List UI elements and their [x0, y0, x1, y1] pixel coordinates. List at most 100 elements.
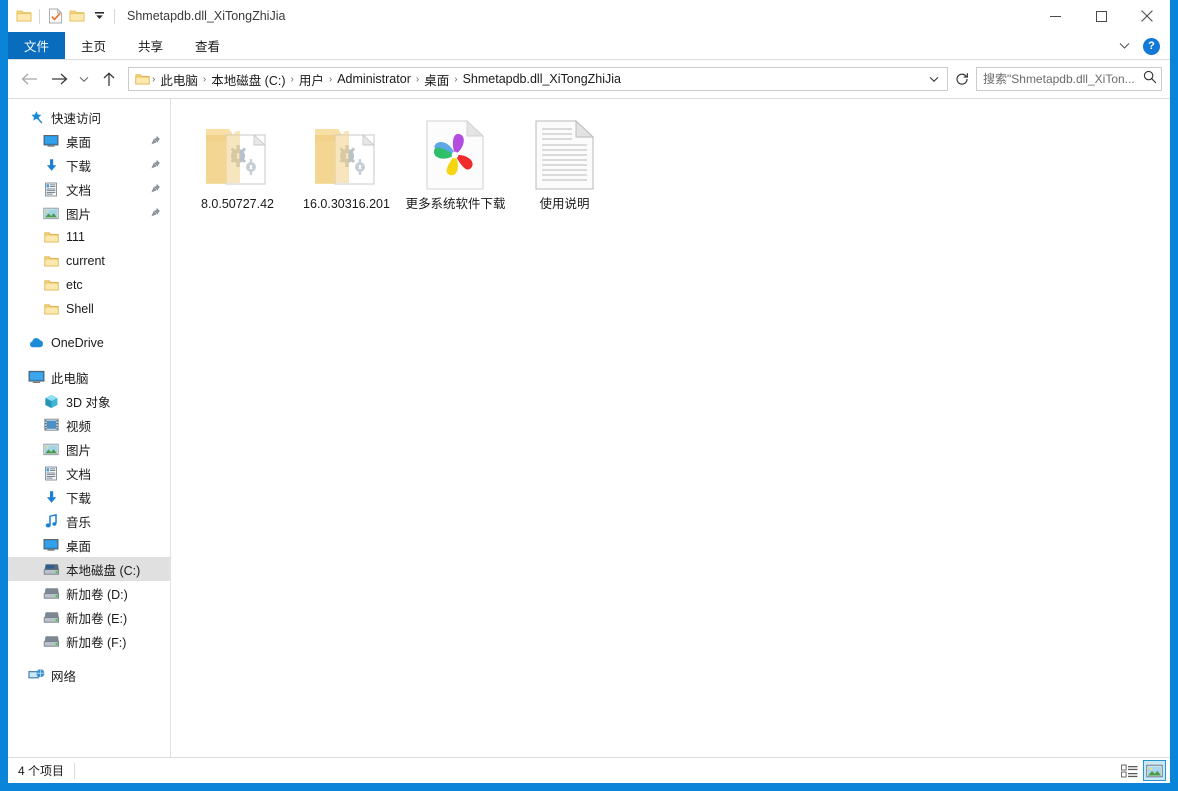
- sidebar-item-111[interactable]: 111: [8, 225, 170, 249]
- qat-divider-1: [39, 8, 40, 24]
- 3d-objects-icon: [41, 391, 61, 411]
- network-icon: [26, 665, 46, 685]
- search-input[interactable]: [983, 72, 1143, 86]
- qat-customize-dropdown[interactable]: [88, 3, 110, 29]
- sidebar-label: 音乐: [66, 515, 92, 530]
- sidebar-label: 文档: [66, 467, 92, 482]
- folder-settings-icon: [200, 115, 276, 191]
- forward-button[interactable]: [44, 64, 74, 94]
- pin-icon[interactable]: [150, 159, 161, 170]
- breadcrumb-bar[interactable]: › 此电脑 › 本地磁盘 (C:) › 用户 › Administrator ›…: [128, 67, 948, 91]
- tab-share[interactable]: 共享: [122, 32, 179, 59]
- breadcrumb-item-5[interactable]: Shmetapdb.dll_XiTongZhiJia: [459, 72, 625, 86]
- window-inner: Shmetapdb.dll_XiTongZhiJia 文件 主页 共享 查看 ?: [8, 0, 1170, 783]
- sidebar-item-etc[interactable]: etc: [8, 273, 170, 297]
- documents-icon: [41, 463, 61, 483]
- sidebar-item-documents[interactable]: 文档: [8, 177, 170, 201]
- file-item[interactable]: 更多系统软件下载: [401, 111, 510, 216]
- window-body: 快速访问 桌面 下载 文档 图片 111 current etc Shell O…: [8, 98, 1170, 757]
- file-item[interactable]: 8.0.50727.42: [183, 111, 292, 216]
- pinwheel-browser-icon: [418, 115, 494, 191]
- sidebar-label: 新加卷 (D:): [66, 587, 128, 602]
- details-view-button[interactable]: [1118, 760, 1141, 781]
- breadcrumb-item-2[interactable]: 用户: [295, 70, 328, 89]
- sidebar-label: 网络: [51, 669, 77, 684]
- sidebar-item-music[interactable]: 音乐: [8, 509, 170, 533]
- sidebar-label: 桌面: [66, 135, 92, 150]
- sidebar-label: 3D 对象: [66, 395, 111, 410]
- this-pc-icon: [26, 367, 46, 387]
- sidebar-item-volume-e[interactable]: 新加卷 (E:): [8, 605, 170, 629]
- window-title: Shmetapdb.dll_XiTongZhiJia: [127, 9, 286, 23]
- pin-icon[interactable]: [150, 207, 161, 218]
- folder-icon: [41, 275, 61, 295]
- status-bar: 4 个项目: [8, 757, 1170, 783]
- pin-icon[interactable]: [150, 183, 161, 194]
- search-box[interactable]: [976, 67, 1162, 91]
- navigation-pane[interactable]: 快速访问 桌面 下载 文档 图片 111 current etc Shell O…: [8, 99, 171, 757]
- breadcrumb-item-0[interactable]: 此电脑: [156, 70, 202, 89]
- videos-icon: [41, 415, 61, 435]
- sidebar-label: 视频: [66, 419, 92, 434]
- close-button[interactable]: [1124, 0, 1170, 32]
- breadcrumb-item-3[interactable]: Administrator: [333, 72, 415, 86]
- sidebar-label: 图片: [66, 207, 92, 222]
- sidebar-item-pictures[interactable]: 图片: [8, 201, 170, 225]
- help-button[interactable]: ?: [1143, 37, 1160, 55]
- window-controls: [1032, 0, 1170, 32]
- sidebar-label: 下载: [66, 159, 92, 174]
- search-icon[interactable]: [1143, 70, 1157, 89]
- tab-view[interactable]: 查看: [179, 32, 236, 59]
- file-name: 16.0.30316.201: [303, 197, 390, 211]
- sidebar-item-3d-objects[interactable]: 3D 对象: [8, 389, 170, 413]
- download-icon: [41, 155, 61, 175]
- large-icons-view-button[interactable]: [1143, 760, 1166, 781]
- qat-folder-icon[interactable]: [66, 3, 88, 29]
- sidebar-item-volume-f[interactable]: 新加卷 (F:): [8, 629, 170, 653]
- breadcrumb-folder-icon: [133, 73, 151, 86]
- file-list-pane[interactable]: 8.0.50727.42 16.0.30316.201 更多系统软件下载 使用说…: [171, 99, 1170, 757]
- pictures-icon: [41, 439, 61, 459]
- sidebar-item-documents-pc[interactable]: 文档: [8, 461, 170, 485]
- desktop-icon: [41, 535, 61, 555]
- sidebar-label: 桌面: [66, 539, 92, 554]
- qat-properties-icon[interactable]: [13, 3, 35, 29]
- file-item[interactable]: 16.0.30316.201: [292, 111, 401, 216]
- sidebar-item-local-disk-c[interactable]: 本地磁盘 (C:): [8, 557, 170, 581]
- back-button[interactable]: [14, 64, 44, 94]
- sidebar-label: 文档: [66, 183, 92, 198]
- qat-new-folder-icon[interactable]: [44, 3, 66, 29]
- sidebar-item-current[interactable]: current: [8, 249, 170, 273]
- minimize-button[interactable]: [1032, 0, 1078, 32]
- sidebar-item-onedrive[interactable]: OneDrive: [8, 331, 170, 355]
- sidebar-group-this-pc[interactable]: 此电脑: [8, 365, 170, 389]
- sidebar-label: current: [66, 254, 105, 268]
- sidebar-item-volume-d[interactable]: 新加卷 (D:): [8, 581, 170, 605]
- sidebar-item-downloads-pc[interactable]: 下载: [8, 485, 170, 509]
- sidebar-item-desktop-pc[interactable]: 桌面: [8, 533, 170, 557]
- refresh-icon[interactable]: [948, 67, 976, 91]
- sidebar-item-shell[interactable]: Shell: [8, 297, 170, 321]
- file-name: 8.0.50727.42: [201, 197, 274, 211]
- breadcrumb-chevron-down-icon[interactable]: [923, 68, 945, 90]
- sidebar-item-network[interactable]: 网络: [8, 663, 170, 687]
- tab-home[interactable]: 主页: [65, 32, 122, 59]
- tab-file[interactable]: 文件: [8, 32, 66, 59]
- sidebar-item-pictures-pc[interactable]: 图片: [8, 437, 170, 461]
- pin-icon[interactable]: [150, 135, 161, 146]
- sidebar-item-desktop[interactable]: 桌面: [8, 129, 170, 153]
- maximize-button[interactable]: [1078, 0, 1124, 32]
- file-item[interactable]: 使用说明: [510, 111, 619, 216]
- up-button[interactable]: [94, 64, 124, 94]
- sidebar-group-quick-access[interactable]: 快速访问: [8, 105, 170, 129]
- music-icon: [41, 511, 61, 531]
- explorer-window: Shmetapdb.dll_XiTongZhiJia 文件 主页 共享 查看 ?: [0, 0, 1178, 791]
- breadcrumb-item-1[interactable]: 本地磁盘 (C:): [207, 70, 289, 89]
- sidebar-item-videos[interactable]: 视频: [8, 413, 170, 437]
- breadcrumb-item-4[interactable]: 桌面: [420, 70, 453, 89]
- ribbon-collapse-chevron-down-icon[interactable]: [1111, 33, 1137, 59]
- recent-locations-chevron-down-icon[interactable]: [74, 64, 94, 94]
- sidebar-item-downloads[interactable]: 下载: [8, 153, 170, 177]
